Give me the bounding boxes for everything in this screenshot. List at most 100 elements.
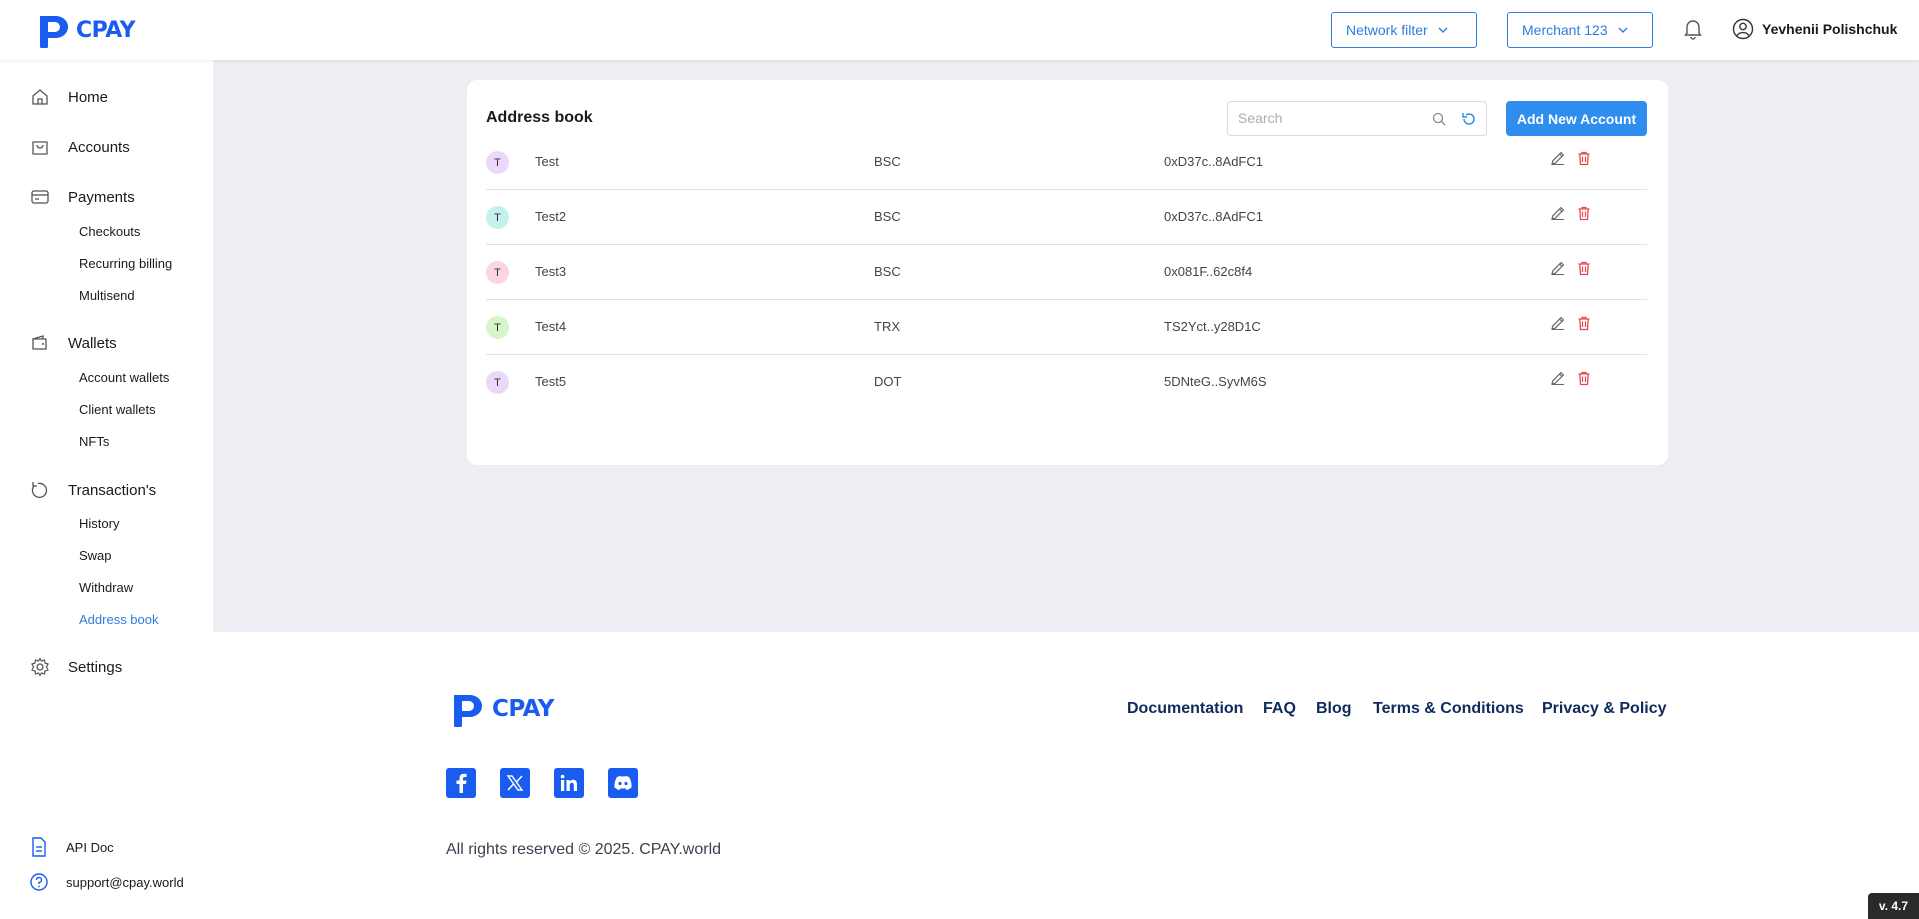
bell-icon[interactable] [1683, 18, 1703, 40]
sidebar-item-label: Home [68, 88, 109, 106]
cpay-logo-icon [40, 16, 68, 48]
sidebar-item-client-wallets[interactable]: Client wallets [79, 402, 156, 417]
facebook-icon[interactable] [446, 768, 476, 798]
network-filter-dropdown[interactable]: Network filter [1331, 12, 1477, 48]
avatar: T [486, 151, 509, 174]
table-row[interactable]: T Test3 BSC 0x081F..62c8f4 [486, 245, 1647, 300]
trash-icon[interactable] [1576, 260, 1592, 276]
edit-icon[interactable] [1550, 150, 1566, 166]
wallet-address: 5DNteG..SyvM6S [1164, 374, 1267, 389]
footer-link-faq[interactable]: FAQ [1263, 700, 1296, 718]
footer-logo[interactable]: CPAY [446, 691, 554, 727]
app-name: CPAY [76, 17, 136, 43]
avatar: T [486, 316, 509, 339]
credit-card-icon [31, 190, 49, 204]
network-label: BSC [874, 264, 901, 279]
sidebar-item-home[interactable]: Home [30, 87, 108, 107]
sidebar-item-label: Payments [68, 188, 135, 206]
footer-link-blog[interactable]: Blog [1316, 700, 1352, 718]
sidebar-item-label: Transaction's [68, 481, 157, 499]
sidebar-item-transactions[interactable]: Transaction's [30, 480, 156, 500]
wallet-address: 0x081F..62c8f4 [1164, 264, 1253, 279]
table-row[interactable]: T Test2 BSC 0xD37c..8AdFC1 [486, 190, 1647, 245]
app-logo[interactable]: CPAY [32, 12, 136, 48]
add-new-account-button[interactable]: Add New Account [1506, 101, 1647, 136]
table-row[interactable]: T Test5 DOT 5DNteG..SyvM6S [486, 355, 1647, 410]
home-icon [32, 89, 48, 105]
network-label: DOT [874, 374, 902, 389]
avatar: T [486, 206, 509, 229]
footer-link-privacy[interactable]: Privacy & Policy [1542, 700, 1667, 718]
footer-link-terms[interactable]: Terms & Conditions [1373, 700, 1524, 718]
refresh-icon[interactable] [1461, 111, 1477, 127]
account-name: Test3 [535, 264, 567, 279]
trash-icon[interactable] [1576, 370, 1592, 386]
trash-icon[interactable] [1576, 205, 1592, 221]
document-icon [32, 837, 46, 857]
sidebar: Home Accounts Payments Checkouts Recurri… [0, 60, 213, 919]
user-icon [1732, 18, 1754, 40]
footer-link-documentation[interactable]: Documentation [1127, 700, 1243, 718]
sidebar-item-multisend[interactable]: Multisend [79, 288, 135, 303]
gear-icon [31, 657, 49, 677]
chevron-down-icon [1438, 25, 1448, 36]
x-twitter-icon[interactable] [500, 768, 530, 798]
table-row[interactable]: T Test BSC 0xD37c..8AdFC1 [486, 135, 1647, 190]
merchant-dropdown[interactable]: Merchant 123 [1507, 12, 1653, 48]
history-icon [31, 482, 48, 498]
edit-icon[interactable] [1550, 205, 1566, 221]
wallet-address: 0xD37c..8AdFC1 [1164, 154, 1263, 169]
version-badge: v. 4.7 [1868, 893, 1919, 919]
sidebar-item-label: Accounts [68, 138, 130, 156]
sidebar-item-swap[interactable]: Swap [79, 548, 112, 563]
user-menu[interactable]: Yevhenii Polishchuk [1732, 18, 1897, 40]
account-name: Test2 [535, 209, 567, 224]
discord-icon[interactable] [608, 768, 638, 798]
sidebar-item-history[interactable]: History [79, 516, 119, 531]
help-circle-icon [30, 873, 48, 891]
search-icon[interactable] [1432, 112, 1446, 126]
support-email-link[interactable]: support@cpay.world [30, 873, 184, 891]
edit-icon[interactable] [1550, 315, 1566, 331]
address-book-card: Address book Add New Account T Test BSC 0xD… [467, 80, 1668, 465]
top-header: CPAY Network filter Merchant 123 Yevheni… [0, 0, 1919, 60]
api-doc-link[interactable]: API Doc [30, 837, 114, 857]
sidebar-item-label: Wallets [68, 334, 117, 352]
sidebar-item-recurring-billing[interactable]: Recurring billing [79, 256, 172, 271]
linkedin-icon[interactable] [554, 768, 584, 798]
trash-icon[interactable] [1576, 150, 1592, 166]
edit-icon[interactable] [1550, 260, 1566, 276]
sidebar-item-accounts[interactable]: Accounts [30, 137, 130, 157]
sidebar-item-address-book[interactable]: Address book [79, 612, 159, 627]
chevron-down-icon [1618, 25, 1628, 36]
network-label: TRX [874, 319, 900, 334]
api-doc-label: API Doc [66, 839, 114, 855]
wallet-icon [32, 335, 47, 350]
merchant-label: Merchant 123 [1522, 22, 1608, 38]
table-row[interactable]: T Test4 TRX TS2Yct..y28D1C [486, 300, 1647, 355]
sidebar-item-withdraw[interactable]: Withdraw [79, 580, 133, 595]
sidebar-item-nfts[interactable]: NFTs [79, 434, 109, 449]
network-label: BSC [874, 209, 901, 224]
account-name: Test [535, 154, 559, 169]
sidebar-item-label: Settings [68, 658, 123, 676]
sidebar-item-account-wallets[interactable]: Account wallets [79, 370, 169, 385]
sidebar-item-payments[interactable]: Payments [30, 187, 135, 207]
page-title: Address book [486, 109, 593, 126]
sidebar-item-wallets[interactable]: Wallets [30, 333, 117, 353]
network-label: BSC [874, 154, 901, 169]
sidebar-item-checkouts[interactable]: Checkouts [79, 224, 140, 239]
support-email-label: support@cpay.world [66, 874, 184, 890]
copyright-text: All rights reserved © 2025. CPAY.world [446, 841, 722, 858]
avatar: T [486, 261, 509, 284]
footer-app-name: CPAY [492, 696, 554, 722]
network-filter-label: Network filter [1346, 22, 1428, 38]
sidebar-item-settings[interactable]: Settings [30, 657, 122, 677]
search-input[interactable] [1238, 110, 1428, 126]
cpay-logo-icon [454, 695, 482, 727]
account-name: Test4 [535, 319, 567, 334]
user-name: Yevhenii Polishchuk [1762, 21, 1898, 37]
trash-icon[interactable] [1576, 315, 1592, 331]
account-name: Test5 [535, 374, 567, 389]
edit-icon[interactable] [1550, 370, 1566, 386]
